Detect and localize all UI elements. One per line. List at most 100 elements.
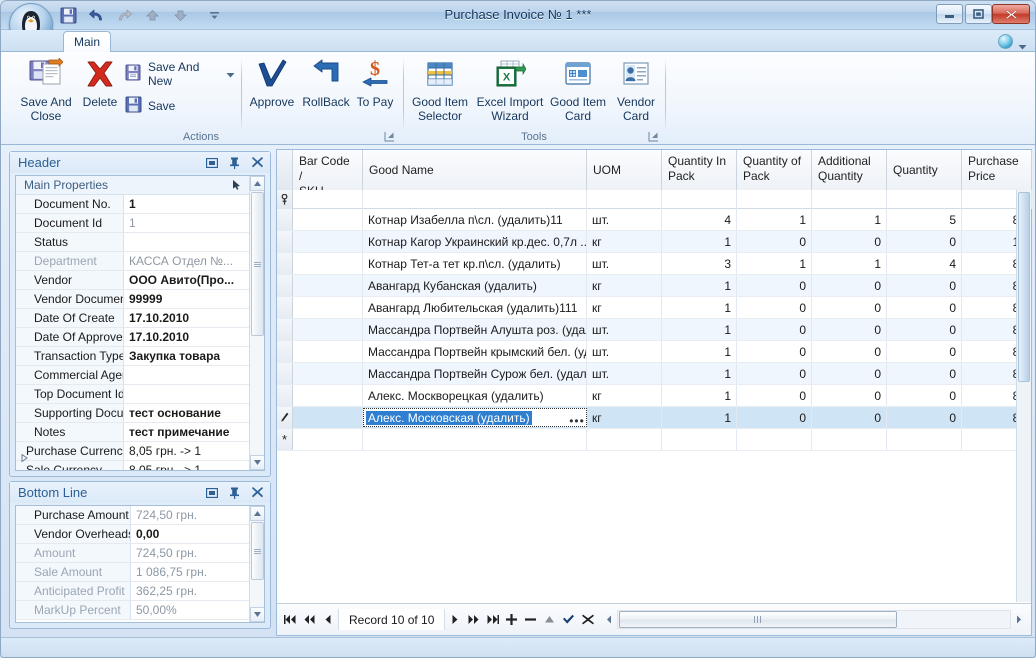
grid-cell-qty-of-pack[interactable]: 0 bbox=[737, 297, 812, 318]
grid-cell-barcode[interactable] bbox=[293, 385, 363, 406]
grid-cell-good-name[interactable]: Алекс. Москворецкая (удалить) bbox=[363, 385, 587, 406]
filter-cell[interactable] bbox=[737, 190, 812, 209]
header-properties-grid[interactable]: Main Properties Document No. 1 Document Id… bbox=[15, 175, 265, 471]
property-value[interactable]: 50,00% bbox=[131, 601, 264, 619]
grid-vertical-scroll-thumb[interactable] bbox=[1018, 192, 1030, 382]
property-value[interactable]: 724,50 грн. bbox=[131, 544, 264, 562]
grid-cell-qty-of-pack[interactable]: 0 bbox=[737, 341, 812, 362]
prev-record-button[interactable] bbox=[319, 609, 338, 631]
grid-cell-good-name[interactable]: Авангард Кубанская (удалить) bbox=[363, 275, 587, 296]
grid-cell-barcode[interactable] bbox=[293, 297, 363, 318]
grid-cell-qty-in-pack[interactable]: 1 bbox=[662, 363, 737, 384]
grid-column-header[interactable]: Bar Code /SKU bbox=[293, 150, 363, 190]
table-row[interactable]: Авангард Кубанская (удалить)кг100080 bbox=[277, 275, 1031, 297]
grid-cell-additional-qty[interactable]: 0 bbox=[812, 319, 887, 340]
tools-dialog-launcher-icon[interactable] bbox=[648, 131, 659, 142]
property-value[interactable]: 99999 bbox=[124, 290, 264, 308]
grid-cell-additional-qty[interactable]: 0 bbox=[812, 341, 887, 362]
minimize-button[interactable] bbox=[936, 4, 963, 24]
grid-column-header[interactable]: Quantity bbox=[887, 150, 962, 190]
good-name-ellipsis-button[interactable]: ••• bbox=[569, 411, 584, 427]
header-scroll-up-button[interactable] bbox=[250, 176, 264, 191]
grid-cell-barcode[interactable] bbox=[293, 319, 363, 340]
grid-cell-barcode[interactable] bbox=[293, 363, 363, 384]
grid-cell-quantity[interactable]: 4 bbox=[887, 253, 962, 274]
grid-cell-barcode[interactable] bbox=[293, 407, 363, 428]
bottom-scroll-up-button[interactable] bbox=[250, 506, 264, 521]
delete-record-button[interactable] bbox=[521, 609, 540, 631]
property-value[interactable]: 8,05 грн. -> 1 bbox=[124, 461, 264, 470]
vendor-card-button[interactable]: Vendor Card bbox=[609, 56, 663, 124]
header-panel-scrollbar[interactable] bbox=[249, 176, 264, 470]
grid-cell-good-name[interactable]: Массандра Портвейн крымский бел. (уд... bbox=[363, 341, 587, 362]
property-value[interactable]: 0,00 bbox=[131, 525, 264, 543]
filter-cell[interactable] bbox=[662, 190, 737, 209]
new-row-cell[interactable] bbox=[812, 429, 887, 450]
grid-column-header[interactable]: Quantity In Pack bbox=[662, 150, 737, 190]
property-row[interactable]: Document No. 1 bbox=[16, 195, 264, 214]
next-record-button[interactable] bbox=[445, 609, 464, 631]
property-category-main[interactable]: Main Properties bbox=[16, 176, 264, 195]
property-row[interactable]: Amount 724,50 грн. bbox=[16, 544, 264, 563]
property-value[interactable]: 724,50 грн. bbox=[131, 506, 264, 524]
grid-cell-additional-qty[interactable]: 1 bbox=[812, 209, 887, 230]
grid-cell-qty-in-pack[interactable]: 1 bbox=[662, 297, 737, 318]
first-record-button[interactable] bbox=[281, 609, 300, 631]
grid-cell-qty-of-pack[interactable]: 1 bbox=[737, 209, 812, 230]
approve-button[interactable]: Approve bbox=[246, 56, 298, 124]
grid-filter-row[interactable] bbox=[277, 190, 1032, 209]
grid-cell-quantity[interactable]: 0 bbox=[887, 385, 962, 406]
header-scroll-down-button[interactable] bbox=[250, 455, 264, 470]
table-row[interactable]: Массандра Портвейн Алушта роз. (удал... ш… bbox=[277, 319, 1031, 341]
save-and-new-dropdown-caret-icon[interactable] bbox=[226, 67, 235, 81]
property-row[interactable]: Department КАССА Отдел №... bbox=[16, 252, 264, 271]
customize-qat-icon[interactable] bbox=[205, 6, 224, 25]
grid-cell-uom[interactable]: шт. bbox=[587, 363, 662, 384]
table-row[interactable]: Алекс. Московская (удалить)•••кг100080 bbox=[277, 407, 1031, 429]
bottom-panel-pin-icon[interactable] bbox=[228, 486, 241, 499]
bottom-panel-close-icon[interactable] bbox=[251, 486, 264, 499]
good-item-selector-button[interactable]: Good Item Selector bbox=[407, 56, 473, 124]
grid-cell-additional-qty[interactable]: 0 bbox=[812, 297, 887, 318]
grid-cell-quantity[interactable]: 0 bbox=[887, 341, 962, 362]
table-row[interactable]: Авангард Любительская (удалить)111 кг 1 0 0 0… bbox=[277, 297, 1031, 319]
property-value[interactable] bbox=[124, 233, 264, 251]
grid-cell-quantity[interactable]: 0 bbox=[887, 319, 962, 340]
property-row[interactable]: Anticipated Profit 362,25 грн. bbox=[16, 582, 264, 601]
cancel-edit-button[interactable] bbox=[578, 609, 597, 631]
header-panel-restore-icon[interactable] bbox=[205, 156, 218, 169]
header-panel-close-icon[interactable] bbox=[251, 156, 264, 169]
good-name-editor[interactable]: Алекс. Московская (удалить) ••• bbox=[363, 408, 587, 427]
property-row[interactable]: Notes тест примечание bbox=[16, 423, 264, 442]
excel-import-wizard-button[interactable]: X Excel Import Wizard bbox=[475, 56, 545, 124]
table-row[interactable]: Котнар Кагор Украинский кр.дес. 0,7л ...… bbox=[277, 231, 1031, 253]
filter-cell[interactable] bbox=[812, 190, 887, 209]
grid-cell-qty-in-pack[interactable]: 1 bbox=[662, 341, 737, 362]
property-row[interactable]: Commercial Agent bbox=[16, 366, 264, 385]
to-pay-button[interactable]: $ To Pay bbox=[352, 56, 398, 124]
grid-cell-good-name[interactable]: Котнар Тет-а тет кр.п\сл. (удалить) bbox=[363, 253, 587, 274]
grid-cell-barcode[interactable] bbox=[293, 275, 363, 296]
property-value[interactable]: 1 bbox=[124, 195, 264, 213]
grid-cell-additional-qty[interactable]: 0 bbox=[812, 275, 887, 296]
property-value[interactable]: 1 086,75 грн. bbox=[131, 563, 264, 581]
grid-column-header[interactable]: UOM bbox=[587, 150, 662, 190]
grid-column-header[interactable]: Purchase Price bbox=[962, 150, 1032, 190]
hscroll-left-button[interactable] bbox=[603, 611, 616, 628]
save-and-new-button[interactable]: Save And New bbox=[121, 60, 239, 88]
property-value[interactable]: тест примечание bbox=[124, 423, 264, 441]
grid-cell-additional-qty[interactable]: 0 bbox=[812, 385, 887, 406]
maximize-button[interactable] bbox=[965, 4, 992, 24]
redo-icon[interactable] bbox=[115, 6, 134, 25]
property-value[interactable]: 17.10.2010 bbox=[124, 309, 264, 327]
grid-cell-barcode[interactable] bbox=[293, 253, 363, 274]
property-row[interactable]: MarkUp Percent 50,00% bbox=[16, 601, 264, 620]
property-row[interactable]: Sale Currency 8,05 грн. -> 1 bbox=[16, 461, 264, 470]
filter-cell[interactable] bbox=[293, 190, 363, 209]
grid-column-header[interactable]: Good Name bbox=[363, 150, 587, 190]
bottom-panel-scrollbar[interactable] bbox=[249, 506, 264, 622]
filter-cell[interactable] bbox=[587, 190, 662, 209]
grid-cell-qty-of-pack[interactable]: 0 bbox=[737, 231, 812, 252]
new-row-cell[interactable] bbox=[887, 429, 962, 450]
new-row-cell[interactable] bbox=[587, 429, 662, 450]
